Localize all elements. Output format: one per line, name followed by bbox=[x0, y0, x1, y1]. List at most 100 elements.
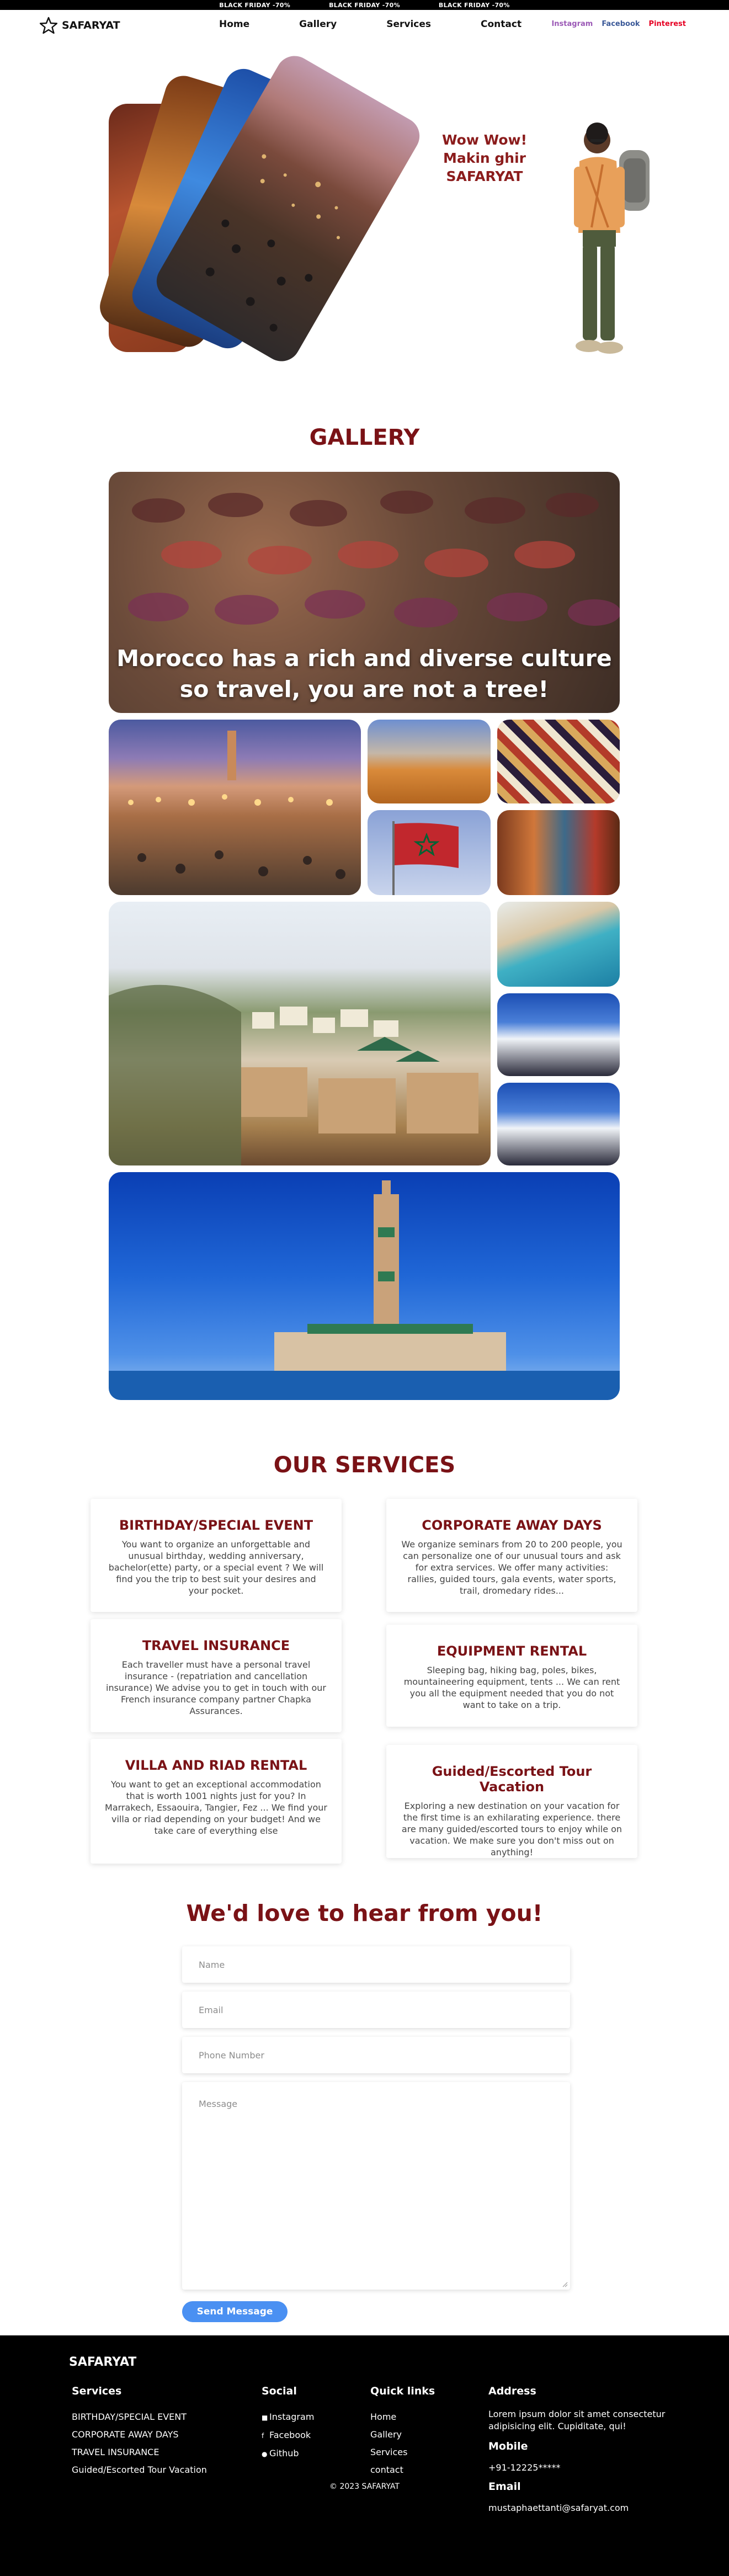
banner-line-1: Morocco has a rich and diverse culture bbox=[116, 645, 612, 672]
gallery-title: GALLERY bbox=[309, 425, 420, 450]
social-links: Instagram Facebook Pinterest bbox=[551, 20, 686, 28]
footer-social-label: Facebook bbox=[269, 2430, 311, 2440]
footer-mobile-number: +91-12225***** bbox=[488, 2462, 561, 2473]
hero-line-1: Wow Wow! bbox=[441, 132, 528, 148]
service-card-guided-tours: Guided/Escorted Tour Vacation Exploring … bbox=[386, 1745, 637, 1858]
copyright: © 2023 SAFARYAT bbox=[329, 2482, 400, 2491]
service-description: Exploring a new destination on your vaca… bbox=[401, 1801, 622, 1858]
flag-icon bbox=[392, 821, 459, 895]
hillside-houses-icon bbox=[109, 984, 478, 1165]
service-card-equipment: EQUIPMENT RENTAL Sleeping bag, hiking ba… bbox=[386, 1625, 637, 1727]
service-description: You want to organize an unforgettable an… bbox=[108, 1539, 324, 1596]
promo-text: BLACK FRIDAY -70% bbox=[329, 1, 400, 9]
promo-text: BLACK FRIDAY -70% bbox=[438, 1, 510, 9]
hero-title: Wow Wow! Makin ghir SAFARYAT bbox=[407, 131, 562, 185]
mosque-minaret-icon bbox=[109, 1180, 620, 1400]
footer-instagram-link[interactable]: ■ Instagram bbox=[262, 2408, 314, 2426]
message-field[interactable] bbox=[182, 2082, 570, 2290]
instagram-icon: ■ bbox=[262, 2414, 268, 2421]
footer-social-label: Github bbox=[269, 2448, 299, 2458]
footer-address-column: Address Lorem ipsum dolor sit amet conse… bbox=[488, 2385, 665, 2513]
phone-input[interactable] bbox=[182, 2037, 570, 2073]
instagram-link[interactable]: Instagram bbox=[551, 20, 593, 28]
hero-card-stack bbox=[95, 49, 427, 369]
gallery-moulay-idriss-town bbox=[109, 902, 491, 1165]
gallery-souk-shop bbox=[497, 810, 620, 895]
name-input[interactable] bbox=[182, 1946, 570, 1983]
footer-link[interactable]: contact bbox=[370, 2461, 435, 2479]
resize-grip-icon[interactable] bbox=[561, 2281, 568, 2287]
gallery-jemaa-el-fna bbox=[109, 720, 361, 895]
footer-address-line: Lorem ipsum dolor sit amet consectetur bbox=[488, 2409, 666, 2419]
service-title: CORPORATE AWAY DAYS bbox=[422, 1518, 602, 1533]
email-input[interactable] bbox=[182, 1992, 570, 2028]
service-title: VILLA AND RIAD RENTAL bbox=[125, 1758, 307, 1773]
nav-links: Home Gallery Services Contact bbox=[219, 19, 571, 30]
nav-contact-link[interactable]: Contact bbox=[481, 19, 522, 30]
footer-column-title: Services bbox=[72, 2385, 122, 2397]
gallery-moroccan-flag bbox=[368, 810, 491, 895]
footer-link[interactable]: BIRTHDAY/SPECIAL EVENT bbox=[72, 2408, 207, 2426]
footer-column-title: Address bbox=[488, 2385, 536, 2397]
banner-line-2: so travel, you are not a tree! bbox=[179, 676, 549, 702]
brand-name: SAFARYAT bbox=[62, 19, 120, 31]
footer-social-column: Social ■ Instagram f Facebook ● Github bbox=[262, 2385, 314, 2463]
gallery-snowy-mountains bbox=[497, 993, 620, 1076]
brand-logo[interactable]: SAFARYAT bbox=[40, 17, 120, 34]
nav-gallery-link[interactable]: Gallery bbox=[299, 19, 337, 30]
footer-column-title: Social bbox=[262, 2385, 297, 2397]
github-icon: ● bbox=[262, 2450, 268, 2458]
gallery-banner-tanneries: Morocco has a rich and diverse culture s… bbox=[109, 472, 620, 713]
market-lights-icon bbox=[128, 731, 345, 879]
footer-column-title: Quick links bbox=[370, 2385, 435, 2397]
service-description: We organize seminars from 20 to 200 peop… bbox=[401, 1539, 622, 1596]
promo-text: BLACK FRIDAY -70% bbox=[219, 1, 291, 9]
nav-services-link[interactable]: Services bbox=[386, 19, 431, 30]
footer-address-line: adipisicing elit. Cupiditate, qui! bbox=[488, 2421, 626, 2431]
gallery-banner-caption: Morocco has a rich and diverse culture s… bbox=[109, 643, 620, 705]
traveler-illustration-icon bbox=[574, 123, 650, 354]
gallery-snowy-mountains-2 bbox=[497, 1083, 620, 1165]
footer-mobile-title: Mobile bbox=[488, 2440, 528, 2452]
footer-email-address[interactable]: mustaphaettanti@safaryat.com bbox=[488, 2503, 665, 2513]
gallery-beach-coast bbox=[497, 902, 620, 987]
message-textarea[interactable] bbox=[182, 2082, 570, 2290]
top-nav: SAFARYAT Home Gallery Services Contact I… bbox=[0, 10, 729, 40]
footer-link[interactable]: Services bbox=[370, 2444, 435, 2461]
service-card-birthday: BIRTHDAY/SPECIAL EVENT You want to organ… bbox=[91, 1499, 342, 1612]
service-title: BIRTHDAY/SPECIAL EVENT bbox=[119, 1518, 313, 1533]
service-title: Guided/Escorted Tour Vacation bbox=[432, 1764, 592, 1795]
gallery-desert-dunes bbox=[368, 720, 491, 803]
facebook-link[interactable]: Facebook bbox=[602, 20, 640, 28]
footer: SAFARYAT Services BIRTHDAY/SPECIAL EVENT… bbox=[0, 2335, 729, 2576]
footer-services-column: Services BIRTHDAY/SPECIAL EVENT CORPORAT… bbox=[72, 2385, 207, 2479]
hero-line-2: Makin ghir SAFARYAT bbox=[443, 150, 526, 184]
service-description: Each traveller must have a personal trav… bbox=[106, 1659, 326, 1716]
facebook-icon: f bbox=[262, 2432, 264, 2440]
email-field[interactable] bbox=[182, 1992, 570, 2028]
service-description: You want to get an exceptional accommoda… bbox=[105, 1779, 327, 1836]
footer-link[interactable]: Home bbox=[370, 2408, 435, 2426]
star-logo-icon bbox=[40, 17, 57, 34]
footer-link[interactable]: TRAVEL INSURANCE bbox=[72, 2444, 207, 2461]
service-title: EQUIPMENT RENTAL bbox=[437, 1643, 587, 1659]
footer-brand: SAFARYAT bbox=[69, 2355, 137, 2369]
phone-field[interactable] bbox=[182, 2037, 570, 2073]
footer-quick-links-column: Quick links Home Gallery Services contac… bbox=[370, 2385, 435, 2479]
service-card-corporate: CORPORATE AWAY DAYS We organize seminars… bbox=[386, 1499, 637, 1612]
footer-link[interactable]: CORPORATE AWAY DAYS bbox=[72, 2426, 207, 2444]
name-field[interactable] bbox=[182, 1946, 570, 1983]
gallery-hassan-ii-mosque bbox=[109, 1172, 620, 1400]
footer-link[interactable]: Gallery bbox=[370, 2426, 435, 2444]
service-title: TRAVEL INSURANCE bbox=[142, 1638, 290, 1653]
contact-title: We'd love to hear from you! bbox=[186, 1900, 543, 1926]
footer-facebook-link[interactable]: f Facebook bbox=[262, 2426, 314, 2445]
footer-link[interactable]: Guided/Escorted Tour Vacation bbox=[72, 2461, 207, 2479]
footer-social-label: Instagram bbox=[269, 2412, 315, 2422]
service-description: Sleeping bag, hiking bag, poles, bikes, … bbox=[403, 1665, 620, 1710]
footer-github-link[interactable]: ● Github bbox=[262, 2445, 314, 2463]
pinterest-link[interactable]: Pinterest bbox=[649, 20, 686, 28]
send-message-button[interactable]: Send Message bbox=[182, 2301, 288, 2322]
nav-home-link[interactable]: Home bbox=[219, 19, 249, 30]
services-title: OUR SERVICES bbox=[273, 1452, 456, 1478]
